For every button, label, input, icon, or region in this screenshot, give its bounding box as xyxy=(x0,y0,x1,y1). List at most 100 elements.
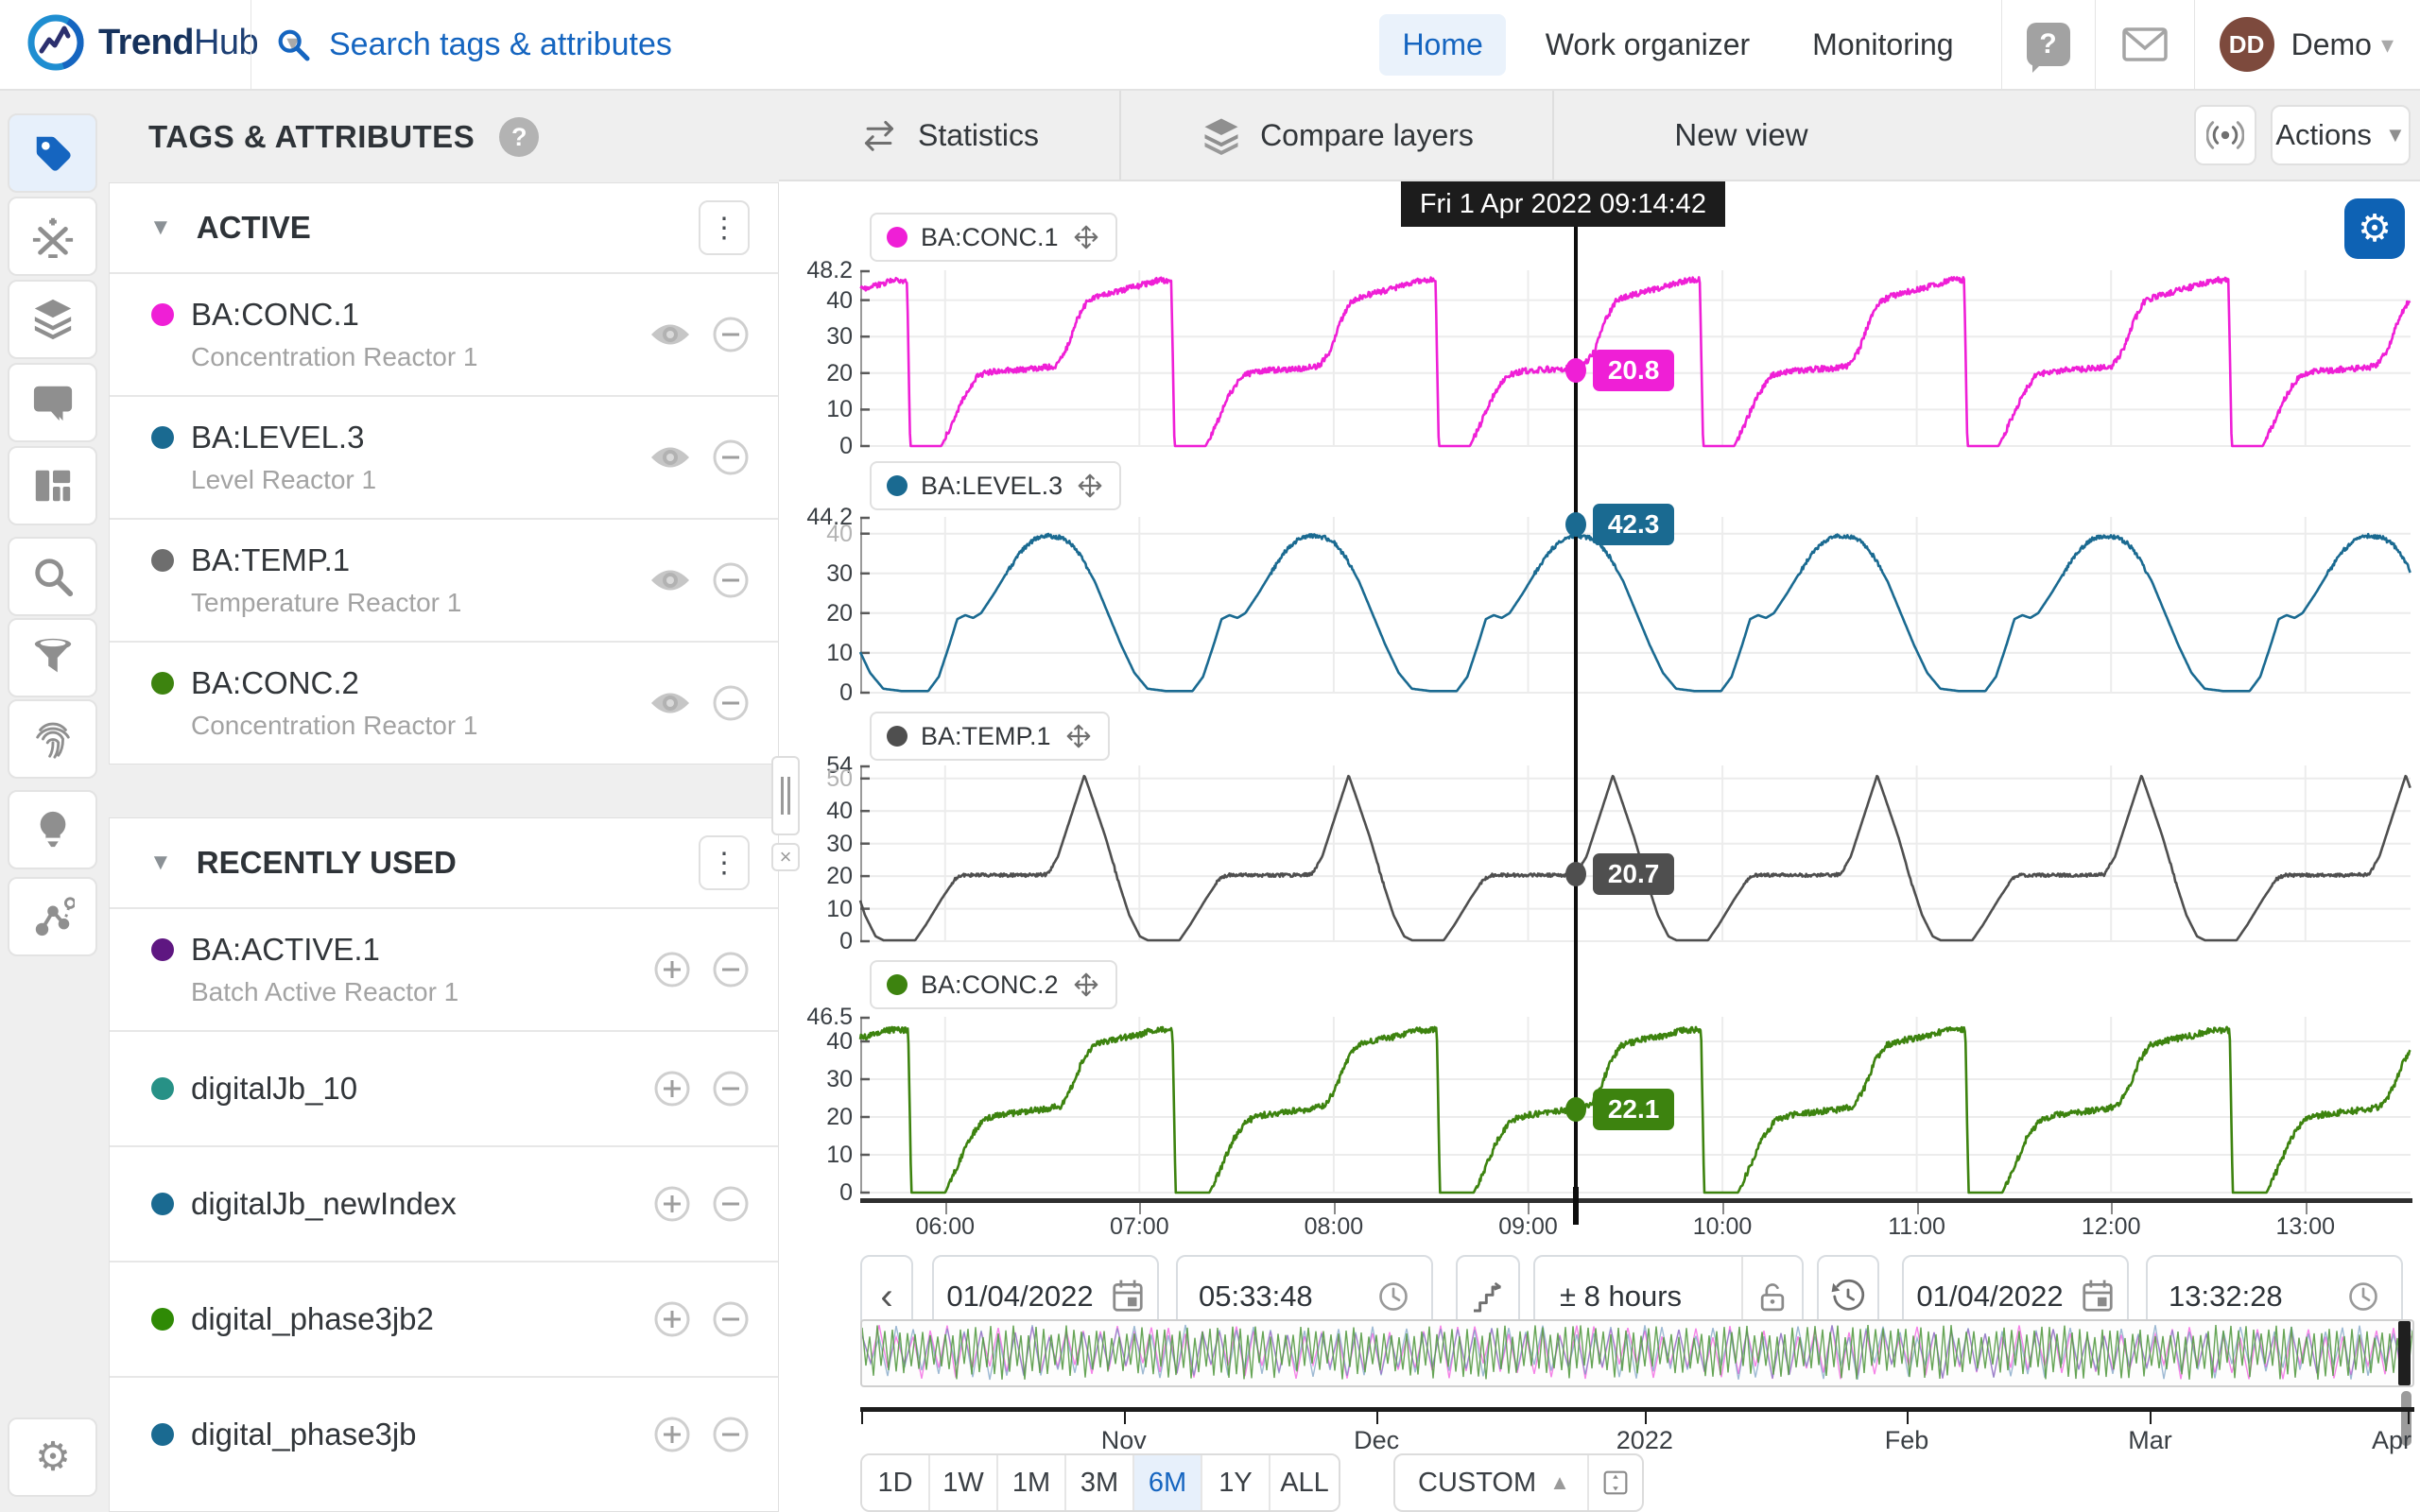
visibility-icon[interactable] xyxy=(649,443,691,472)
add-icon[interactable] xyxy=(653,1070,691,1108)
rail-tags-button[interactable] xyxy=(8,113,97,193)
rail-context-items-button[interactable] xyxy=(8,877,97,956)
search-bar[interactable]: Search tags & attributes xyxy=(274,0,672,89)
visibility-icon[interactable] xyxy=(649,566,691,594)
view-title: New view xyxy=(1599,91,1883,180)
series-chip[interactable]: BA:LEVEL.3 xyxy=(870,461,1121,510)
visibility-icon[interactable] xyxy=(649,689,691,717)
mail-icon[interactable] xyxy=(2120,26,2169,63)
remove-icon[interactable] xyxy=(712,951,750,988)
range-button-all[interactable]: ALL xyxy=(1270,1455,1339,1510)
help-icon[interactable]: ? xyxy=(2027,23,2070,66)
user-name[interactable]: Demo xyxy=(2291,27,2372,62)
panel-help-icon[interactable]: ? xyxy=(499,117,539,157)
add-icon[interactable] xyxy=(653,1416,691,1453)
user-menu-caret-icon[interactable]: ▾ xyxy=(2381,30,2394,60)
statistics-button[interactable]: Statistics xyxy=(779,91,1121,180)
x-axis-label: 06:00 xyxy=(915,1213,975,1241)
remove-icon[interactable] xyxy=(712,1416,750,1453)
tag-icon xyxy=(31,131,75,175)
avatar[interactable]: DD xyxy=(2220,17,2274,72)
cursor-value-badge: 42.3 xyxy=(1593,504,1675,545)
actions-label: Actions xyxy=(2275,118,2372,152)
custom-range-button[interactable]: CUSTOM ▲ xyxy=(1393,1453,1644,1512)
rail-suggestions-button[interactable] xyxy=(8,790,97,869)
end-time-value: 13:32:28 xyxy=(2169,1280,2283,1314)
duration-value: ± 8 hours xyxy=(1560,1280,1682,1314)
remove-icon[interactable] xyxy=(712,561,750,599)
fit-range-button[interactable] xyxy=(1587,1455,1642,1510)
series-color-dot xyxy=(887,974,908,995)
rail-layers-button[interactable] xyxy=(8,280,97,359)
chart-area: ⚙ BA:CONC.1 48.2403020100 BA:LEVEL.3 44.… xyxy=(779,181,2420,1512)
section-menu-button[interactable]: ⋮ xyxy=(699,200,750,255)
move-icon[interactable] xyxy=(1072,971,1100,999)
add-icon[interactable] xyxy=(653,1300,691,1338)
svg-text:⚙: ⚙ xyxy=(35,1435,71,1479)
tag-list-item[interactable]: digitalJb_newIndex xyxy=(110,1145,778,1261)
nav-home[interactable]: Home xyxy=(1379,14,1505,76)
range-button-3m[interactable]: 3M xyxy=(1066,1455,1134,1510)
nav-monitoring[interactable]: Monitoring xyxy=(1789,14,1976,76)
move-icon[interactable] xyxy=(1072,223,1100,251)
remove-icon[interactable] xyxy=(712,316,750,353)
series-chip[interactable]: BA:TEMP.1 xyxy=(870,712,1110,761)
strip-range-handle[interactable] xyxy=(2398,1321,2411,1385)
chevron-down-icon[interactable]: ▼ xyxy=(149,215,172,241)
rail-filter-button[interactable] xyxy=(8,618,97,697)
series-chip[interactable]: BA:CONC.2 xyxy=(870,960,1117,1009)
broadcast-button[interactable] xyxy=(2194,105,2256,165)
tag-list-item[interactable]: BA:TEMP.1 Temperature Reactor 1 xyxy=(110,518,778,641)
range-button-1m[interactable]: 1M xyxy=(998,1455,1066,1510)
tag-list-item[interactable]: BA:CONC.1 Concentration Reactor 1 xyxy=(110,272,778,395)
tag-list-item[interactable]: BA:CONC.2 Concentration Reactor 1 xyxy=(110,641,778,764)
steps-icon xyxy=(1469,1278,1507,1315)
tag-list-item[interactable]: digital_phase3jb xyxy=(110,1376,778,1491)
tag-list-item[interactable]: BA:LEVEL.3 Level Reactor 1 xyxy=(110,395,778,518)
series-chip-label: BA:LEVEL.3 xyxy=(921,472,1063,501)
panel-resize-handle[interactable] xyxy=(771,756,800,835)
remove-icon[interactable] xyxy=(712,438,750,476)
rail-fingerprint-button[interactable] xyxy=(8,699,97,779)
tag-list-item[interactable]: digital_phase3jb2 xyxy=(110,1261,778,1376)
rail-settings-button[interactable]: ⚙ xyxy=(8,1418,97,1497)
cursor-value-dot xyxy=(1565,512,1586,537)
range-button-1y[interactable]: 1Y xyxy=(1202,1455,1270,1510)
chart-settings-button[interactable]: ⚙ xyxy=(2344,198,2405,259)
y-axis-tick-label: 20 xyxy=(785,1104,853,1131)
actions-button[interactable]: Actions ▼ xyxy=(2271,105,2411,165)
rail-comments-button[interactable] xyxy=(8,363,97,442)
remove-icon[interactable] xyxy=(712,1300,750,1338)
rail-dashboards-button[interactable] xyxy=(8,446,97,525)
remove-icon[interactable] xyxy=(712,1070,750,1108)
remove-icon[interactable] xyxy=(712,684,750,722)
app-logo[interactable]: TrendHub ▾ xyxy=(26,13,299,72)
series-chip[interactable]: BA:CONC.1 xyxy=(870,213,1117,262)
search-input[interactable]: Search tags & attributes xyxy=(329,26,672,63)
settings-icon: ⚙ xyxy=(31,1435,75,1479)
tag-list-item[interactable]: BA:ACTIVE.1 Batch Active Reactor 1 xyxy=(110,907,778,1030)
rail-search-button[interactable] xyxy=(8,537,97,616)
range-button-1w[interactable]: 1W xyxy=(930,1455,998,1510)
top-nav: Home Work organizer Monitoring ? DD Demo… xyxy=(1379,0,2420,89)
section-menu-button[interactable]: ⋮ xyxy=(699,835,750,890)
context-month-label: Apr xyxy=(2372,1426,2411,1455)
add-icon[interactable] xyxy=(653,1185,691,1223)
panel-collapse-button[interactable]: × xyxy=(771,843,800,871)
chevron-down-icon[interactable]: ▼ xyxy=(149,850,172,876)
remove-icon[interactable] xyxy=(712,1185,750,1223)
nav-work-organizer[interactable]: Work organizer xyxy=(1523,14,1772,76)
add-icon[interactable] xyxy=(653,951,691,988)
compare-layers-button[interactable]: Compare layers xyxy=(1123,91,1554,180)
tag-list-item[interactable]: digitalJb_10 xyxy=(110,1030,778,1145)
rail-formulas-button[interactable] xyxy=(8,197,97,276)
move-icon[interactable] xyxy=(1064,722,1093,750)
range-button-1d[interactable]: 1D xyxy=(862,1455,930,1510)
tag-name: BA:CONC.1 xyxy=(191,297,359,333)
x-axis-label: 12:00 xyxy=(2082,1213,2141,1241)
move-icon[interactable] xyxy=(1076,472,1104,500)
range-button-6m[interactable]: 6M xyxy=(1134,1455,1202,1510)
context-strip[interactable] xyxy=(860,1319,2414,1387)
divider xyxy=(2095,0,2096,89)
visibility-icon[interactable] xyxy=(649,320,691,349)
